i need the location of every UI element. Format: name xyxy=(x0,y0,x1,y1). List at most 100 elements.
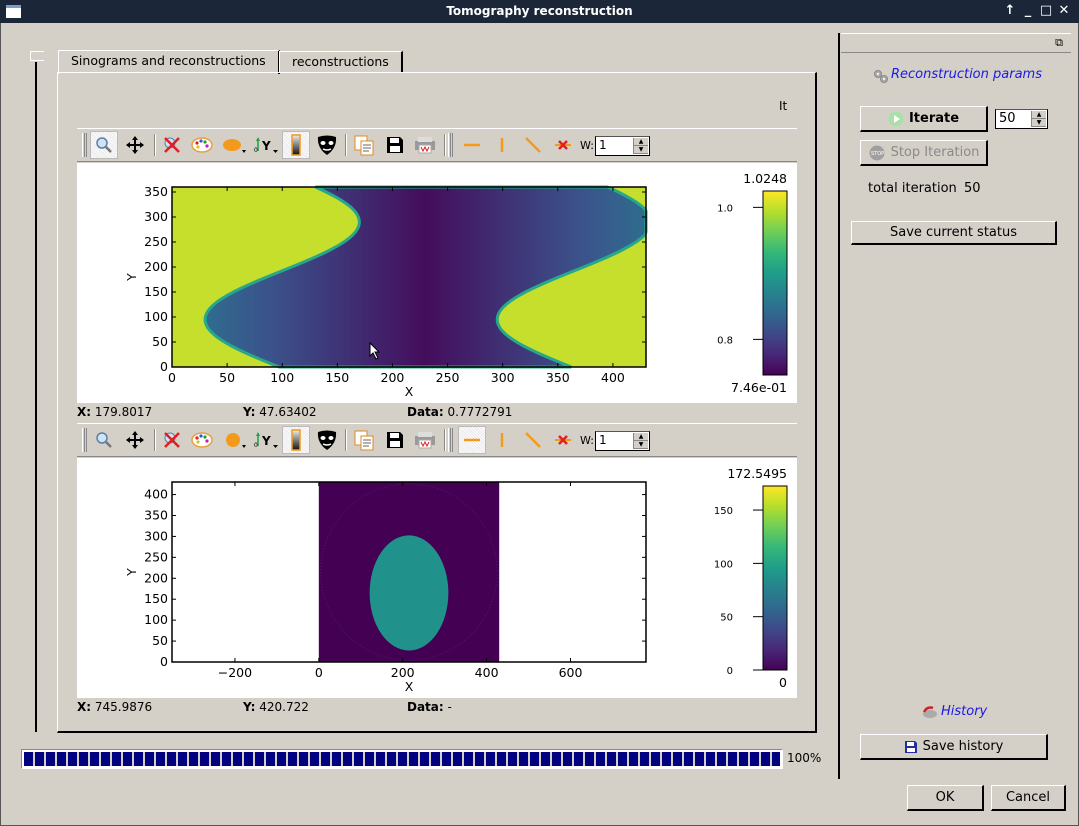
reconstruction-disc xyxy=(369,535,449,651)
y-axis-orientation-icon[interactable]: 0Y xyxy=(252,131,280,159)
sinogram-colorbar xyxy=(762,190,788,376)
reset-zoom-icon[interactable] xyxy=(158,426,186,454)
gears-icon xyxy=(873,69,889,86)
data-value: 0.7772791 xyxy=(447,405,513,419)
x-coord-label: X: xyxy=(77,700,92,714)
pan-icon[interactable] xyxy=(121,131,149,159)
x-axis-label: X xyxy=(405,384,414,399)
mask-tool-icon[interactable] xyxy=(313,131,341,159)
tab-reconstructions[interactable]: reconstructions xyxy=(279,51,403,73)
svg-text:Y: Y xyxy=(261,434,271,448)
play-icon xyxy=(888,111,904,126)
stop-icon: STOP xyxy=(869,145,885,160)
x-axis-label: X xyxy=(405,679,414,694)
cancel-button[interactable]: Cancel xyxy=(991,785,1066,811)
clear-profile-icon[interactable] xyxy=(549,131,577,159)
x-coord-value: 745.9876 xyxy=(94,700,153,714)
y-tick-label: 250 xyxy=(144,234,168,249)
svg-text:Y: Y xyxy=(261,139,271,153)
diagonal-profile-icon[interactable] xyxy=(519,131,547,159)
window-title: Tomography reconstruction xyxy=(446,4,633,18)
toolbar-separator xyxy=(154,429,156,451)
toolbar-separator xyxy=(444,134,446,156)
iterate-button[interactable]: Iterate xyxy=(860,106,988,132)
print-icon[interactable] xyxy=(411,426,439,454)
dock-splitter[interactable] xyxy=(838,33,840,779)
profile-width-spinbox[interactable]: 1 ▲ ▼ xyxy=(595,136,650,156)
diagonal-profile-icon[interactable] xyxy=(519,426,547,454)
spin-up-icon[interactable]: ▲ xyxy=(634,138,648,146)
sinogram-plot[interactable]: 0 50 100 150 200 250 300 350 400 0 50 100 150 200 250 3… xyxy=(77,163,797,403)
x-tick-label: 0 xyxy=(315,665,323,680)
copy-icon[interactable] xyxy=(350,426,378,454)
pin-icon[interactable]: ↑ xyxy=(1002,3,1018,19)
colorbar-max-label: 172.5495 xyxy=(727,466,787,481)
pan-icon[interactable] xyxy=(121,426,149,454)
x-tick-label: 200 xyxy=(381,370,405,385)
iteration-header-label: It xyxy=(779,99,788,113)
splitter[interactable] xyxy=(35,62,37,732)
toolbar-grip[interactable] xyxy=(82,133,87,157)
float-dock-icon[interactable]: ⧉ xyxy=(1055,36,1063,50)
total-iteration-value: 50 xyxy=(964,181,981,196)
copy-icon[interactable] xyxy=(350,131,378,159)
toolbar-grip[interactable] xyxy=(448,428,453,452)
colorbar-min-label: 0 xyxy=(779,675,787,690)
stop-iteration-button[interactable]: STOP Stop Iteration xyxy=(860,140,988,166)
colorbar-icon[interactable] xyxy=(282,426,310,454)
vertical-profile-icon[interactable] xyxy=(488,426,516,454)
horizontal-profile-icon[interactable] xyxy=(458,131,486,159)
reset-zoom-icon[interactable] xyxy=(158,131,186,159)
profile-width-spinbox[interactable]: 1 ▲ ▼ xyxy=(595,431,650,451)
close-icon[interactable]: ✕ xyxy=(1056,3,1072,19)
colormap-icon[interactable] xyxy=(188,426,216,454)
reconstruction-plot[interactable]: −200 0 200 400 600 0 50 100 150 200 250 300 350 400 X Y… xyxy=(77,458,797,698)
splitter-handle[interactable] xyxy=(30,51,44,61)
iterations-spinbox[interactable]: 50 ▲ ▼ xyxy=(995,109,1048,129)
spin-down-icon[interactable]: ▼ xyxy=(1032,119,1046,127)
toolbar-grip[interactable] xyxy=(448,133,453,157)
save-icon[interactable] xyxy=(381,131,409,159)
spin-down-icon[interactable]: ▼ xyxy=(634,146,648,154)
y-tick-label: 100 xyxy=(144,309,168,324)
clear-profile-icon[interactable] xyxy=(549,426,577,454)
x-tick-label: 0 xyxy=(168,370,176,385)
toolbar-separator xyxy=(154,134,156,156)
save-current-status-button[interactable]: Save current status xyxy=(851,221,1057,245)
y-coord-label: Y: xyxy=(243,700,256,714)
ok-button[interactable]: OK xyxy=(907,785,984,811)
zoom-icon[interactable] xyxy=(90,131,118,159)
y-coord-value: 420.722 xyxy=(259,700,309,714)
x-tick-label: 400 xyxy=(475,665,499,680)
vertical-profile-icon[interactable] xyxy=(488,131,516,159)
colorbar-icon[interactable] xyxy=(282,131,310,159)
zoom-icon[interactable] xyxy=(90,426,118,454)
x-tick-label: 300 xyxy=(491,370,515,385)
tab-sinograms-and-reconstructions[interactable]: Sinograms and reconstructions xyxy=(58,50,280,74)
x-coord-value: 179.8017 xyxy=(94,405,153,419)
colorbar-tick-label: 1.0 xyxy=(717,203,733,214)
y-tick-label: 150 xyxy=(144,284,168,299)
colorbar-max-label: 1.0248 xyxy=(743,171,787,186)
x-tick-label: 250 xyxy=(436,370,460,385)
print-icon[interactable] xyxy=(411,131,439,159)
minimize-icon[interactable]: _ xyxy=(1020,3,1036,19)
mask-color-icon[interactable] xyxy=(220,131,248,159)
colormap-icon[interactable] xyxy=(188,131,216,159)
spin-up-icon[interactable]: ▲ xyxy=(634,433,648,441)
y-axis-orientation-icon[interactable]: 0Y xyxy=(252,426,280,454)
horizontal-profile-icon[interactable] xyxy=(458,426,486,454)
y-coord-label: Y: xyxy=(243,405,256,419)
colorbar-tick-label: 50 xyxy=(720,613,733,624)
spin-down-icon[interactable]: ▼ xyxy=(634,441,648,449)
y-tick-label: 0 xyxy=(160,359,168,374)
mask-color-icon[interactable] xyxy=(220,426,248,454)
save-history-button[interactable]: Save history xyxy=(860,734,1048,760)
maximize-icon[interactable]: □ xyxy=(1038,3,1054,19)
save-icon[interactable] xyxy=(381,426,409,454)
toolbar-grip[interactable] xyxy=(82,428,87,452)
y-tick-label: 200 xyxy=(144,570,168,585)
mask-tool-icon[interactable] xyxy=(313,426,341,454)
progress-bar xyxy=(21,749,783,769)
spin-up-icon[interactable]: ▲ xyxy=(1032,111,1046,119)
